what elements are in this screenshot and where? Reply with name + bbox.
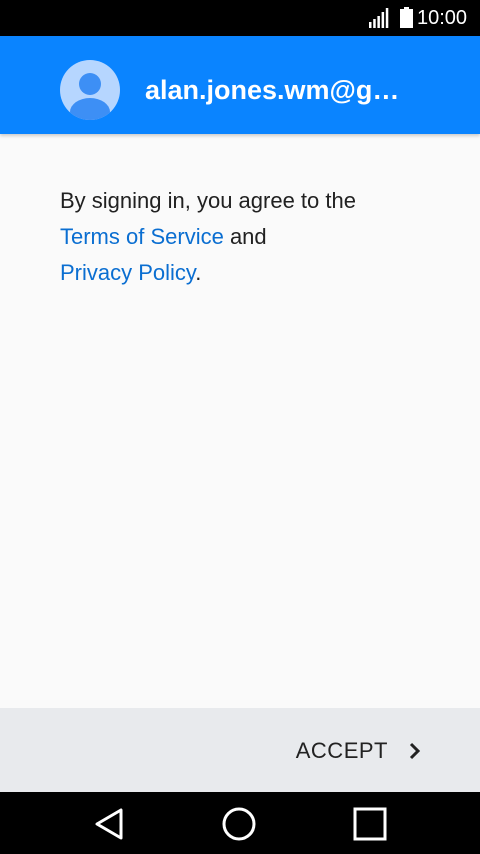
- account-email: alan.jones.wm@g…: [145, 75, 400, 105]
- terms-line: Terms of Service and: [60, 219, 440, 255]
- account-avatar-icon: [60, 60, 120, 120]
- navigation-bar: [0, 792, 480, 854]
- battery-icon: [400, 7, 413, 28]
- action-bar: ACCEPT: [0, 708, 480, 792]
- accept-button[interactable]: ACCEPT: [296, 735, 422, 767]
- terms-of-service-link[interactable]: Terms of Service: [60, 224, 224, 249]
- status-time: 10:00: [417, 7, 468, 29]
- privacy-end-punctuation: .: [195, 260, 202, 285]
- accept-label: ACCEPT: [295, 738, 388, 763]
- back-icon[interactable]: [90, 804, 130, 844]
- screen: 10:00 alan.jones.wm@g… By signing in, yo…: [0, 0, 480, 854]
- home-icon[interactable]: [219, 804, 259, 844]
- signal-icon: [369, 8, 389, 28]
- recents-icon[interactable]: [350, 804, 390, 844]
- privacy-policy-link[interactable]: Privacy Policy: [60, 260, 195, 285]
- privacy-line: Privacy Policy.: [60, 255, 440, 291]
- terms-conjunction: and: [223, 224, 267, 249]
- account-header: alan.jones.wm@g…: [0, 36, 480, 134]
- terms-notice: By signing in, you agree to the Terms of…: [60, 183, 440, 291]
- terms-intro: By signing in, you agree to the: [60, 188, 356, 213]
- chevron-right-icon: [409, 742, 421, 760]
- status-bar: 10:00: [0, 0, 480, 36]
